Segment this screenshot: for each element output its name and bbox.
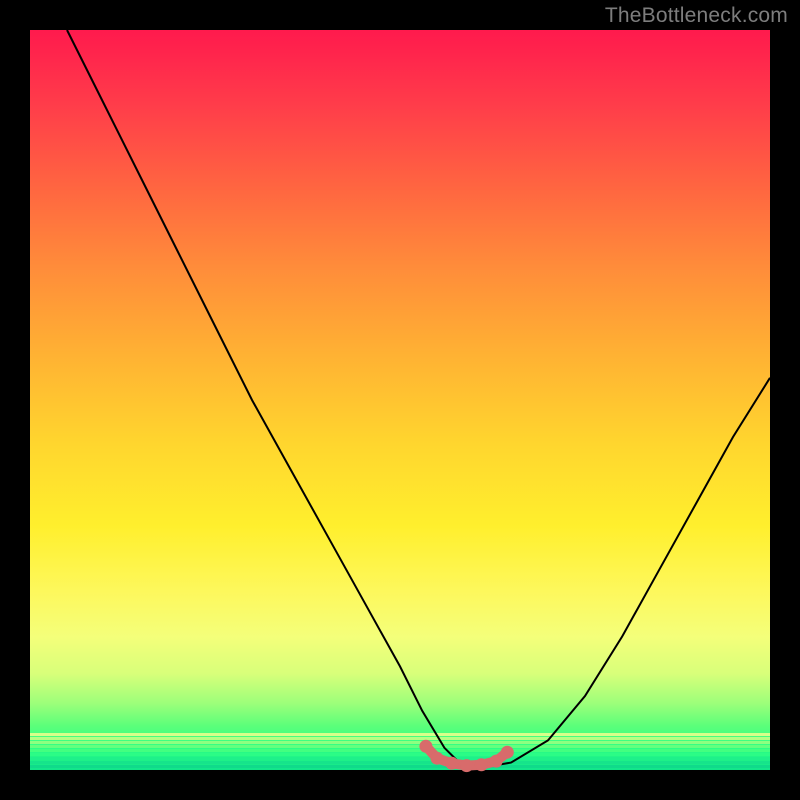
plot-area (30, 30, 770, 770)
optimal-marker-dot (445, 757, 458, 770)
optimal-zone-markers (419, 740, 513, 772)
bottleneck-curve (67, 30, 770, 766)
optimal-marker-dot (419, 740, 432, 753)
optimal-marker-dot (490, 755, 503, 768)
curve-line (67, 30, 770, 766)
chart-frame: TheBottleneck.com (0, 0, 800, 800)
watermark-text: TheBottleneck.com (605, 4, 788, 28)
curve-layer (30, 30, 770, 770)
optimal-marker-dot (501, 746, 514, 759)
optimal-marker-dot (475, 758, 488, 771)
optimal-marker-dot (431, 752, 444, 765)
optimal-marker-dot (460, 759, 473, 772)
